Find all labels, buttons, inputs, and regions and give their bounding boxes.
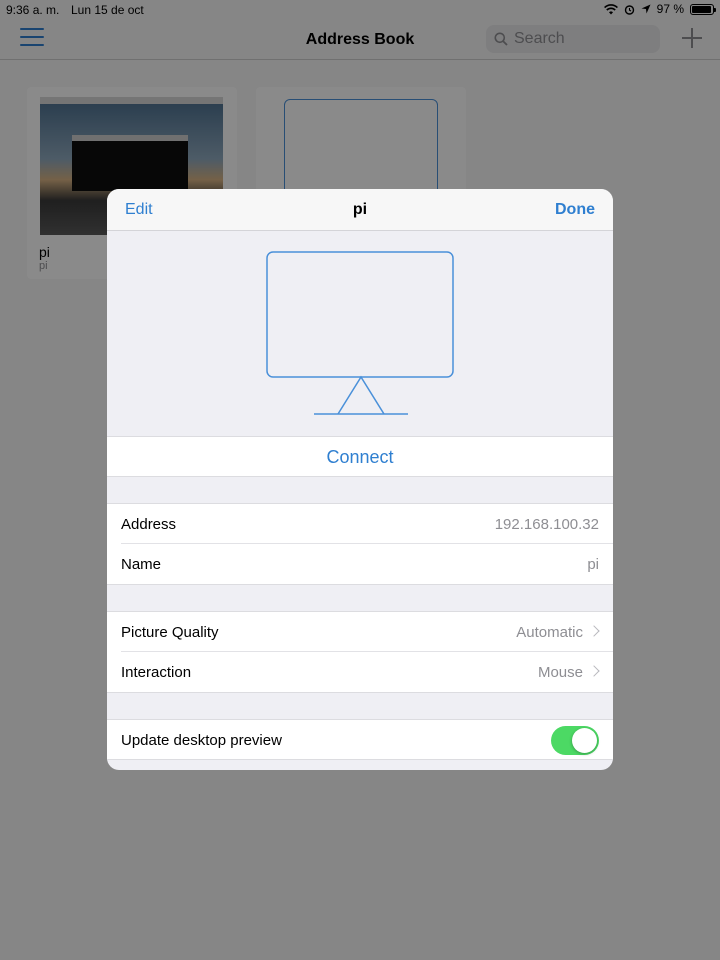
connect-row[interactable]: Connect [107, 436, 613, 477]
chevron-right-icon [588, 625, 600, 637]
address-label: Address [121, 516, 177, 533]
picture-quality-row[interactable]: Picture Quality Automatic [107, 611, 613, 652]
address-value: 192.168.100.32 [494, 516, 599, 533]
interaction-row[interactable]: Interaction Mouse [107, 652, 613, 693]
update-preview-label: Update desktop preview [121, 732, 282, 749]
picture-quality-value: Automatic [516, 624, 583, 641]
modal-title: pi [352, 201, 368, 218]
name-value: pi [587, 556, 599, 573]
modal-header: Edit pi Done [107, 189, 613, 231]
update-preview-toggle[interactable] [551, 726, 599, 755]
connection-detail-modal: Edit pi Done Connect Address 192.168.100… [107, 189, 613, 770]
connect-button[interactable]: Connect [107, 447, 613, 468]
done-button[interactable]: Done [555, 201, 595, 219]
interaction-label: Interaction [121, 664, 192, 681]
interaction-value: Mouse [537, 664, 583, 681]
picture-quality-label: Picture Quality [121, 624, 219, 641]
name-label: Name [121, 556, 162, 573]
toggle-knob [572, 728, 597, 753]
update-preview-row: Update desktop preview [107, 719, 613, 760]
name-row[interactable]: Name pi [107, 544, 613, 585]
chevron-right-icon [588, 665, 600, 677]
address-row[interactable]: Address 192.168.100.32 [107, 503, 613, 544]
computer-icon [266, 251, 454, 415]
